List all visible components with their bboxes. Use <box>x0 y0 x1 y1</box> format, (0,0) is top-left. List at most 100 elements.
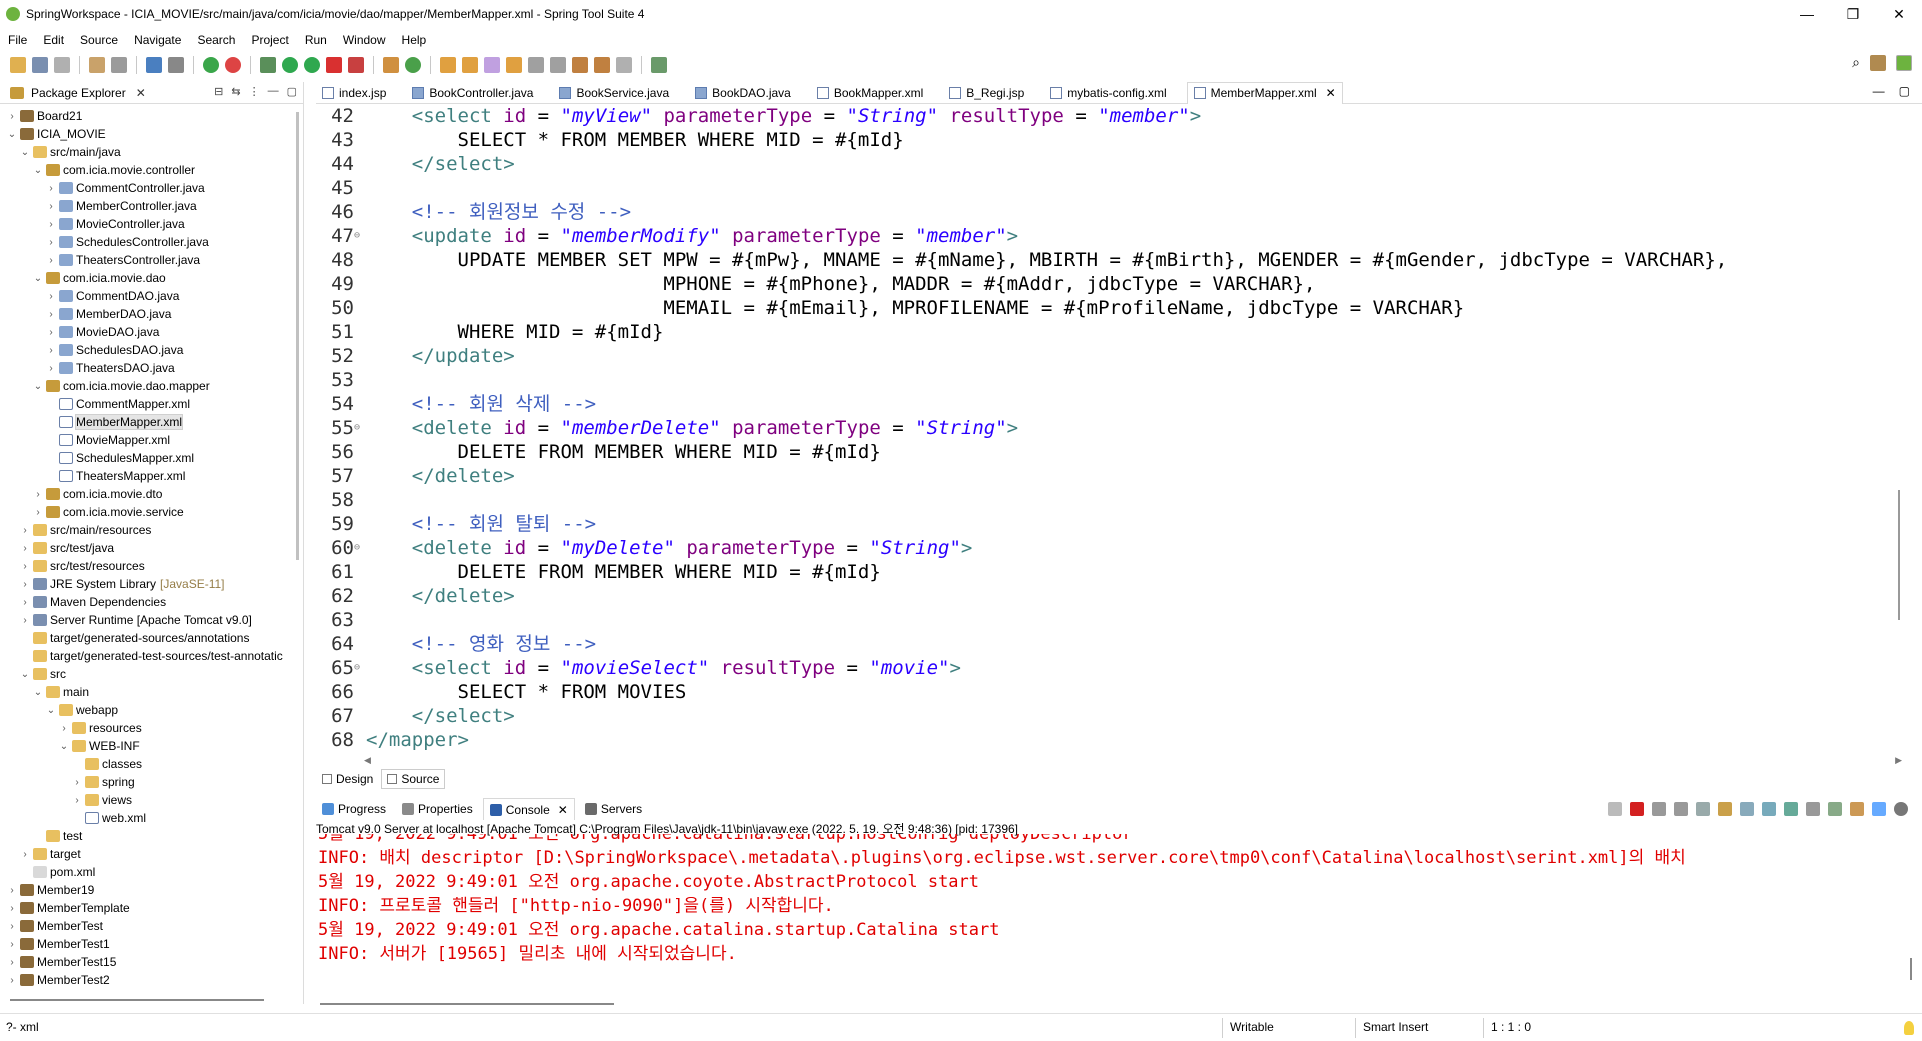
tree-item[interactable]: › MovieDAO.java <box>0 323 296 341</box>
tree-item[interactable]: ⌄ src/main/java <box>0 143 296 161</box>
link-editor-icon[interactable]: ⇆ <box>231 85 240 98</box>
tree-item[interactable]: ⌄ WEB-INF <box>0 737 296 755</box>
expand-toggle-icon[interactable]: › <box>45 201 57 212</box>
print-icon[interactable] <box>89 57 105 73</box>
forward-icon[interactable] <box>616 57 632 73</box>
expand-toggle-icon[interactable]: ⌄ <box>32 165 44 176</box>
close-button[interactable]: ✕ <box>1876 0 1922 28</box>
tree-item[interactable]: › src/main/resources <box>0 521 296 539</box>
expand-toggle-icon[interactable]: › <box>6 975 18 986</box>
tree-item[interactable]: CommentMapper.xml <box>0 395 296 413</box>
editor-tab[interactable]: index.jsp <box>316 82 392 104</box>
tree-item[interactable]: ⌄ com.icia.movie.dao <box>0 269 296 287</box>
close-icon[interactable]: ✕ <box>558 803 568 817</box>
tree-item[interactable]: › src/test/resources <box>0 557 296 575</box>
expand-toggle-icon[interactable]: › <box>19 525 31 536</box>
tree-item[interactable]: › views <box>0 791 296 809</box>
tree-item[interactable]: › MemberTest2 <box>0 971 296 989</box>
filters-icon[interactable]: ⋮ <box>249 85 260 98</box>
spring-perspective-icon[interactable] <box>1896 54 1912 71</box>
search-icon[interactable] <box>168 57 184 73</box>
maximize-editor-icon[interactable]: ▢ <box>1899 84 1910 98</box>
new-class-icon[interactable] <box>405 57 421 73</box>
expand-toggle-icon[interactable]: › <box>6 885 18 896</box>
minimize-view-icon[interactable]: — <box>268 85 279 98</box>
tree-item[interactable]: › CommentDAO.java <box>0 287 296 305</box>
tab-design[interactable]: Design <box>316 769 379 789</box>
tree-item[interactable]: › Member19 <box>0 881 296 899</box>
save-all-icon[interactable] <box>54 57 70 73</box>
debug-icon[interactable] <box>260 57 276 73</box>
back-icon[interactable] <box>594 57 610 73</box>
tree-item[interactable]: target/generated-test-sources/test-annot… <box>0 647 296 665</box>
tab-properties[interactable]: Properties <box>396 798 479 820</box>
expand-toggle-icon[interactable]: ⌄ <box>32 687 44 698</box>
save-icon[interactable] <box>32 57 48 73</box>
relaunch-icon[interactable] <box>1608 802 1622 816</box>
expand-toggle-icon[interactable]: › <box>45 219 57 230</box>
scroll-left-icon[interactable]: ◀ <box>364 755 371 766</box>
tab-package-explorer[interactable]: Package Explorer ✕ <box>0 82 154 104</box>
expand-toggle-icon[interactable]: › <box>32 507 44 518</box>
pin-editor-icon[interactable] <box>651 57 667 73</box>
next-annotation-icon[interactable] <box>528 57 544 73</box>
external-tools-icon[interactable] <box>348 57 364 73</box>
tree-horizontal-scrollbar[interactable] <box>10 999 264 1001</box>
toggle-breadcrumb-icon[interactable] <box>506 57 522 73</box>
expand-toggle-icon[interactable]: › <box>45 345 57 356</box>
tree-item[interactable]: › Board21 <box>0 107 296 125</box>
fold-toggle-icon[interactable]: ⊖ <box>354 656 366 680</box>
expand-toggle-icon[interactable]: › <box>6 939 18 950</box>
tree-item[interactable]: › SchedulesController.java <box>0 233 296 251</box>
close-icon[interactable]: ✕ <box>136 86 146 100</box>
tree-item[interactable]: MovieMapper.xml <box>0 431 296 449</box>
editor-tab[interactable]: BookMapper.xml <box>811 82 929 104</box>
tree-item[interactable]: MemberMapper.xml <box>0 413 296 431</box>
tree-item[interactable]: ⌄ com.icia.movie.dao.mapper <box>0 377 296 395</box>
expand-toggle-icon[interactable]: ⌄ <box>32 273 44 284</box>
tab-console[interactable]: Console ✕ <box>482 798 575 820</box>
menu-help[interactable]: Help <box>394 33 435 47</box>
tree-item[interactable]: › target <box>0 845 296 863</box>
expand-toggle-icon[interactable]: › <box>71 777 83 788</box>
tip-lightbulb-icon[interactable] <box>1904 1021 1914 1035</box>
open-perspective-icon[interactable] <box>1870 54 1886 71</box>
tree-item[interactable]: test <box>0 827 296 845</box>
minimize-button[interactable]: — <box>1784 0 1830 28</box>
expand-toggle-icon[interactable]: › <box>58 723 70 734</box>
show-on-output-icon[interactable] <box>1784 802 1798 816</box>
show-on-error-icon[interactable] <box>1806 802 1820 816</box>
tree-item[interactable]: › com.icia.movie.dto <box>0 485 296 503</box>
scroll-right-icon[interactable]: ▶ <box>1895 755 1902 766</box>
editor-tab[interactable]: mybatis-config.xml <box>1044 82 1172 104</box>
tree-item[interactable]: pom.xml <box>0 863 296 881</box>
expand-toggle-icon[interactable]: › <box>71 795 83 806</box>
expand-toggle-icon[interactable]: ⌄ <box>58 741 70 752</box>
expand-toggle-icon[interactable]: › <box>19 543 31 554</box>
menu-edit[interactable]: Edit <box>35 33 72 47</box>
editor-tab[interactable]: BookController.java <box>406 82 539 104</box>
open-folder-icon[interactable] <box>440 57 456 73</box>
tree-item[interactable]: › MemberTemplate <box>0 899 296 917</box>
expand-toggle-icon[interactable]: › <box>19 597 31 608</box>
tree-item[interactable]: › MemberTest15 <box>0 953 296 971</box>
tree-item[interactable]: ⌄ src <box>0 665 296 683</box>
tree-item[interactable]: TheatersMapper.xml <box>0 467 296 485</box>
clear-console-icon[interactable] <box>1718 802 1732 816</box>
tree-item[interactable]: › spring <box>0 773 296 791</box>
minimize-editor-icon[interactable]: — <box>1873 84 1885 98</box>
tree-item[interactable]: › resources <box>0 719 296 737</box>
expand-toggle-icon[interactable]: › <box>45 255 57 266</box>
tree-item[interactable]: › src/test/java <box>0 539 296 557</box>
maximize-button[interactable]: ❐ <box>1830 0 1876 28</box>
tree-item[interactable]: ⌄ webapp <box>0 701 296 719</box>
tree-item[interactable]: ⌄ com.icia.movie.controller <box>0 161 296 179</box>
expand-toggle-icon[interactable]: › <box>45 237 57 248</box>
tree-item[interactable]: › SchedulesDAO.java <box>0 341 296 359</box>
expand-toggle-icon[interactable]: › <box>6 921 18 932</box>
stop-icon[interactable] <box>326 57 342 73</box>
tree-item[interactable]: › MemberTest1 <box>0 935 296 953</box>
expand-toggle-icon[interactable]: › <box>45 363 57 374</box>
tree-item[interactable]: › TheatersDAO.java <box>0 359 296 377</box>
pin-console-icon[interactable] <box>1828 802 1842 816</box>
